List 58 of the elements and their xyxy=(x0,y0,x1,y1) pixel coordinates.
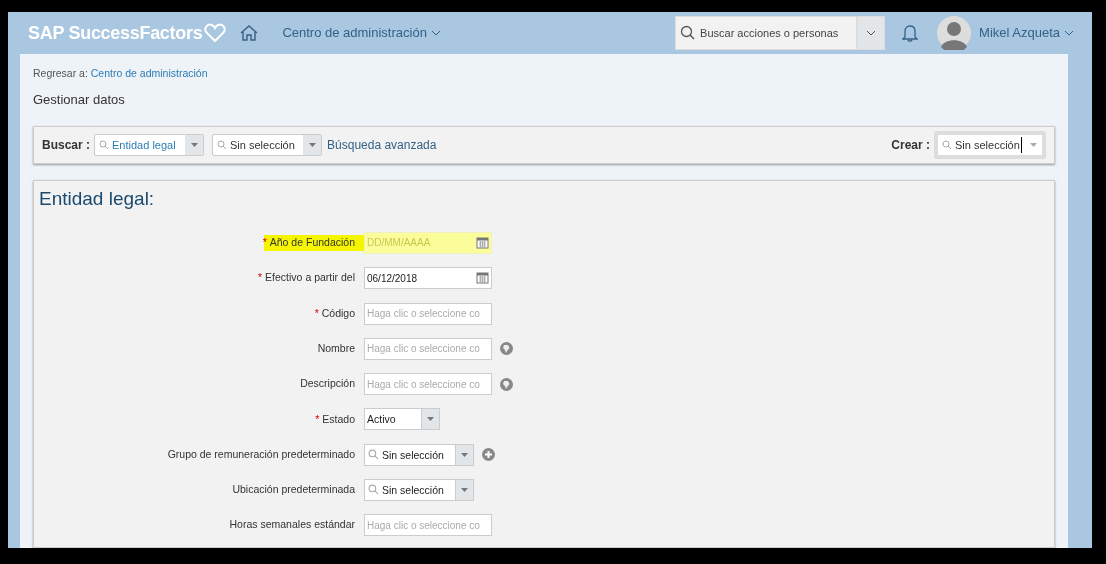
create-select[interactable]: Sin selección xyxy=(934,131,1046,160)
field-label: Nombre xyxy=(316,341,356,356)
breadcrumb-prefix: Regresar a: xyxy=(33,67,88,79)
caret-icon xyxy=(190,143,198,148)
dropdown-button[interactable] xyxy=(422,408,440,431)
heart-icon xyxy=(204,23,227,43)
bell-icon[interactable] xyxy=(902,24,919,42)
search-icon xyxy=(368,448,379,460)
module-menu[interactable]: Centro de administración xyxy=(282,23,441,43)
field-label: * Estado xyxy=(314,411,356,427)
breadcrumb-link[interactable]: Centro de administración xyxy=(90,67,208,79)
caret-icon xyxy=(1030,143,1038,148)
create-label: Crear : xyxy=(891,137,930,155)
calendar-icon[interactable] xyxy=(476,235,489,249)
field-label: Descripción xyxy=(299,376,356,392)
text-field[interactable]: Haga clic o seleccione co xyxy=(364,337,492,360)
caret-icon xyxy=(461,488,468,493)
user-menu[interactable]: Mikel Azqueta xyxy=(979,23,1074,43)
avatar[interactable] xyxy=(937,16,972,50)
text-field[interactable]: Haga clic o seleccione co xyxy=(364,302,492,325)
caret-icon xyxy=(461,452,468,457)
search-icon xyxy=(680,25,697,41)
add-icon[interactable] xyxy=(482,448,495,462)
field-label: Horas semanales estándar xyxy=(228,517,356,533)
search-icon xyxy=(99,140,110,151)
field-label: Ubicación predeterminada xyxy=(231,482,356,498)
dropdown-button[interactable] xyxy=(456,443,474,466)
search-field[interactable]: Buscar acciones o personas xyxy=(675,16,858,50)
dropdown-button[interactable] xyxy=(456,479,474,502)
lookup-field[interactable]: Sin selección xyxy=(364,443,456,466)
search-icon xyxy=(942,140,952,151)
form-title: Entidad legal: xyxy=(39,186,156,211)
home-icon[interactable] xyxy=(240,25,259,41)
search-icon xyxy=(368,484,379,496)
text-field[interactable]: Haga clic o seleccione co xyxy=(364,514,492,537)
date-field[interactable]: 06/12/2018 xyxy=(364,267,492,290)
field-label: Grupo de remuneración predeterminado xyxy=(166,446,356,462)
chevron-icon xyxy=(866,30,877,36)
chevron-icon xyxy=(1064,30,1074,36)
status-select[interactable]: Activo xyxy=(364,408,422,431)
brand-logo: SAP SuccessFactors xyxy=(28,21,203,45)
globe-icon[interactable] xyxy=(500,377,513,391)
type-select[interactable]: Entidad legal xyxy=(94,134,205,157)
text-field[interactable]: Haga clic o seleccione co xyxy=(364,373,492,396)
caret-icon xyxy=(427,417,434,422)
page-title: Gestionar datos xyxy=(33,90,126,109)
date-field[interactable]: DD/MM/AAAA xyxy=(364,231,492,254)
chevron-icon xyxy=(430,30,441,36)
item-select[interactable]: Sin selección xyxy=(212,134,323,157)
field-label: * Efectivo a partir del xyxy=(257,270,356,286)
globe-icon[interactable] xyxy=(500,342,513,356)
search-icon xyxy=(217,140,228,151)
advanced-search-link[interactable]: Búsqueda avanzada xyxy=(327,136,437,155)
calendar-icon[interactable] xyxy=(476,271,489,285)
search-label: Buscar : xyxy=(42,137,91,155)
caret-icon xyxy=(308,143,316,148)
field-label: * Código xyxy=(313,305,356,321)
lookup-field[interactable]: Sin selección xyxy=(364,479,456,502)
